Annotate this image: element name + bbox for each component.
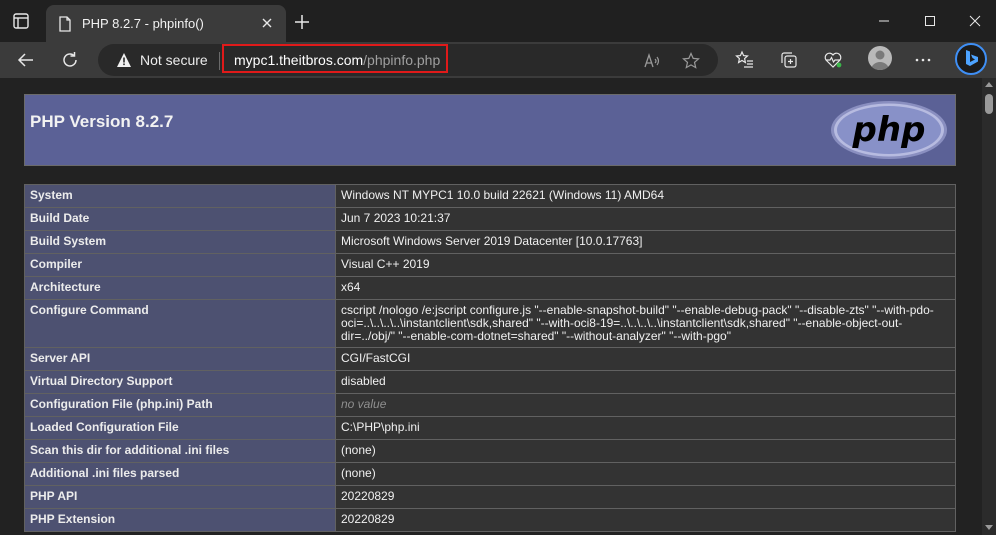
avatar[interactable] <box>868 46 892 70</box>
page-viewport: PHP Version 8.2.7 php System Windows NT M… <box>0 78 982 535</box>
row-label: Virtual Directory Support <box>24 370 336 394</box>
row-label: Build System <box>24 230 336 254</box>
table-row: Build System Microsoft Windows Server 201… <box>24 230 956 254</box>
toolbar: Not secure mypc1.theitbros.com/phpinfo.p… <box>0 42 996 78</box>
php-header: PHP Version 8.2.7 php <box>24 94 956 166</box>
maximize-icon[interactable] <box>921 12 939 30</box>
page-icon <box>58 16 72 32</box>
table-row: Build Date Jun 7 2023 10:21:37 <box>24 207 956 231</box>
table-row: Server API CGI/FastCGI <box>24 347 956 371</box>
close-tab-icon[interactable] <box>260 16 274 30</box>
divider <box>219 52 220 70</box>
table-row: Scan this dir for additional .ini files(… <box>24 439 956 463</box>
scroll-down-icon[interactable] <box>985 525 993 530</box>
row-label: Compiler <box>24 253 336 277</box>
row-label: PHP API <box>24 485 336 509</box>
tab-actions-icon[interactable] <box>10 10 32 32</box>
row-value: Visual C++ 2019 <box>335 253 956 277</box>
row-label: Loaded Configuration File <box>24 416 336 440</box>
row-value: 20220829 <box>335 508 956 532</box>
table-row: PHP Extension 20220829 <box>24 508 956 532</box>
row-label: Build Date <box>24 207 336 231</box>
row-value: (none) <box>335 439 956 463</box>
row-label: PHP Extension <box>24 508 336 532</box>
row-value: cscript /nologo /e:jscript configure.js … <box>335 299 956 348</box>
row-label: Additional .ini files parsed <box>24 462 336 486</box>
read-aloud-icon[interactable] <box>643 52 661 70</box>
warning-icon[interactable] <box>116 52 132 68</box>
row-value: CGI/FastCGI <box>335 347 956 371</box>
row-label: Server API <box>24 347 336 371</box>
url-path: /phpinfo.php <box>363 52 441 68</box>
address-bar[interactable]: Not secure mypc1.theitbros.com/phpinfo.p… <box>98 44 718 76</box>
row-value: Windows NT MYPC1 10.0 build 22621 (Windo… <box>335 184 956 208</box>
star-icon[interactable] <box>682 52 700 70</box>
info-table: System Windows NT MYPC1 10.0 build 22621 … <box>24 184 956 532</box>
minimize-icon[interactable] <box>875 12 893 30</box>
refresh-icon[interactable] <box>60 50 80 70</box>
url-text[interactable]: mypc1.theitbros.com/phpinfo.php <box>234 52 440 68</box>
more-options-icon[interactable] <box>913 50 933 70</box>
php-logo[interactable]: php <box>829 99 949 161</box>
row-value: no value <box>335 393 956 417</box>
vertical-scrollbar[interactable] <box>982 78 996 535</box>
row-value: disabled <box>335 370 956 394</box>
table-row: Virtual Directory Support disabled <box>24 370 956 394</box>
heart-pulse-icon[interactable] <box>823 50 843 70</box>
row-label: Configure Command <box>24 299 336 348</box>
table-row: Loaded Configuration File C:\PHP\php.ini <box>24 416 956 440</box>
table-row: Additional .ini files parsed (none) <box>24 462 956 486</box>
tab-title: PHP 8.2.7 - phpinfo() <box>82 16 204 31</box>
row-value: Jun 7 2023 10:21:37 <box>335 207 956 231</box>
page-title: PHP Version 8.2.7 <box>30 112 174 131</box>
table-row: Configuration File (php.ini) Path no valu… <box>24 393 956 417</box>
title-bar: PHP 8.2.7 - phpinfo() <box>0 0 996 42</box>
close-window-icon[interactable] <box>966 12 984 30</box>
scroll-up-icon[interactable] <box>985 82 993 87</box>
row-label: Scan this dir for additional .ini files <box>24 439 336 463</box>
table-row: Configure Command cscript /nologo /e:jscr… <box>24 299 956 348</box>
row-label: System <box>24 184 336 208</box>
table-row: System Windows NT MYPC1 10.0 build 22621 … <box>24 184 956 208</box>
collections-icon[interactable] <box>779 50 799 70</box>
security-status[interactable]: Not secure <box>140 52 208 68</box>
table-row: PHP API 20220829 <box>24 485 956 509</box>
row-value: C:\PHP\php.ini <box>335 416 956 440</box>
row-value: Microsoft Windows Server 2019 Datacenter… <box>335 230 956 254</box>
table-row: Architecture x64 <box>24 276 956 300</box>
tab-phpinfo[interactable]: PHP 8.2.7 - phpinfo() <box>46 5 286 42</box>
row-value: x64 <box>335 276 956 300</box>
plus-icon[interactable] <box>293 13 311 31</box>
url-highlight[interactable]: mypc1.theitbros.com/phpinfo.php <box>222 44 448 73</box>
back-arrow-icon[interactable] <box>16 50 36 70</box>
row-label: Architecture <box>24 276 336 300</box>
bing-chat-icon[interactable] <box>955 43 987 75</box>
php-logo-text: php <box>852 110 926 150</box>
row-value: 20220829 <box>335 485 956 509</box>
table-row: Compiler Visual C++ 2019 <box>24 253 956 277</box>
scroll-thumb[interactable] <box>985 94 993 114</box>
favorites-icon[interactable] <box>735 50 755 70</box>
url-host: mypc1.theitbros.com <box>234 52 364 68</box>
row-label: Configuration File (php.ini) Path <box>24 393 336 417</box>
row-value: (none) <box>335 462 956 486</box>
